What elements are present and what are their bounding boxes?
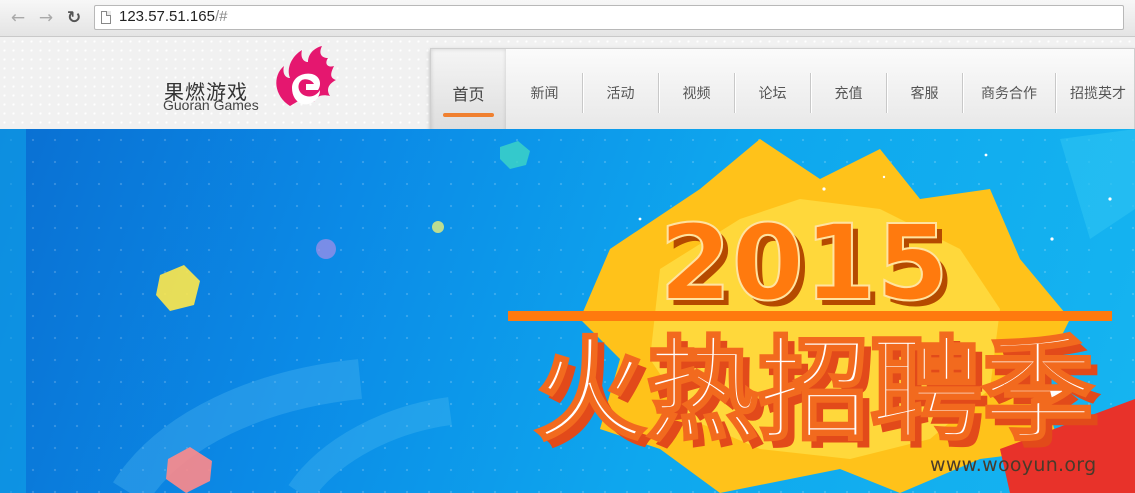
address-bar[interactable]: 123.57.51.165/# — [94, 5, 1124, 30]
banner-headline: 火热招聘季 — [534, 326, 1094, 456]
nav-recharge[interactable]: 充值 — [811, 49, 886, 137]
banner-year: 2015 — [659, 202, 948, 324]
nav-events-label: 活动 — [606, 86, 635, 102]
reload-button[interactable]: ↻ — [64, 8, 84, 28]
banner-artwork: 2015 2015 火热招聘季 火热招聘季 — [0, 129, 1135, 493]
url-path: /# — [214, 8, 228, 25]
blur-orb — [432, 221, 444, 233]
nav-video[interactable]: 视频 — [659, 49, 734, 137]
arrow-right-icon: → — [38, 8, 54, 28]
active-indicator — [443, 113, 494, 117]
nav-forum[interactable]: 论坛 — [735, 49, 810, 137]
arrow-left-icon: ← — [10, 8, 26, 28]
nav-support-label: 客服 — [910, 86, 939, 102]
watermark-text: www.wooyun.org — [930, 454, 1097, 476]
nav-recharge-label: 充值 — [834, 86, 863, 102]
page-icon — [101, 11, 111, 24]
back-button[interactable]: ← — [8, 8, 28, 28]
nav-events[interactable]: 活动 — [583, 49, 658, 137]
reload-icon: ↻ — [66, 8, 82, 28]
cube-teal — [500, 141, 530, 169]
blur-orb — [316, 239, 336, 259]
nav-home[interactable]: 首页 — [431, 49, 506, 137]
nav-forum-label: 论坛 — [758, 86, 787, 102]
url-text[interactable]: 123.57.51.165/# — [119, 8, 227, 25]
nav-home-label: 首页 — [452, 85, 485, 104]
nav-careers[interactable]: 招揽英才 — [1056, 49, 1135, 137]
nav-news-label: 新闻 — [530, 86, 559, 102]
forward-button[interactable]: → — [36, 8, 56, 28]
main-nav: 首页 新闻 活动 视频 论坛 充值 客服 商务合作 招揽英才 — [430, 48, 1135, 138]
cube-yellow — [156, 265, 200, 311]
nav-news[interactable]: 新闻 — [507, 49, 582, 137]
logo-subtitle[interactable]: Guoran Games — [163, 97, 259, 113]
hero-banner[interactable]: 2015 2015 火热招聘季 火热招聘季 — [0, 129, 1135, 493]
nav-business[interactable]: 商务合作 — [963, 49, 1055, 137]
nav-video-label: 视频 — [682, 86, 711, 102]
nav-business-label: 商务合作 — [981, 86, 1037, 102]
flame-logo-icon[interactable] — [270, 44, 340, 114]
nav-careers-label: 招揽英才 — [1070, 86, 1126, 102]
browser-toolbar: ← → ↻ 123.57.51.165/# — [0, 0, 1135, 37]
nav-support[interactable]: 客服 — [887, 49, 962, 137]
url-host: 123.57.51.165 — [119, 8, 215, 25]
